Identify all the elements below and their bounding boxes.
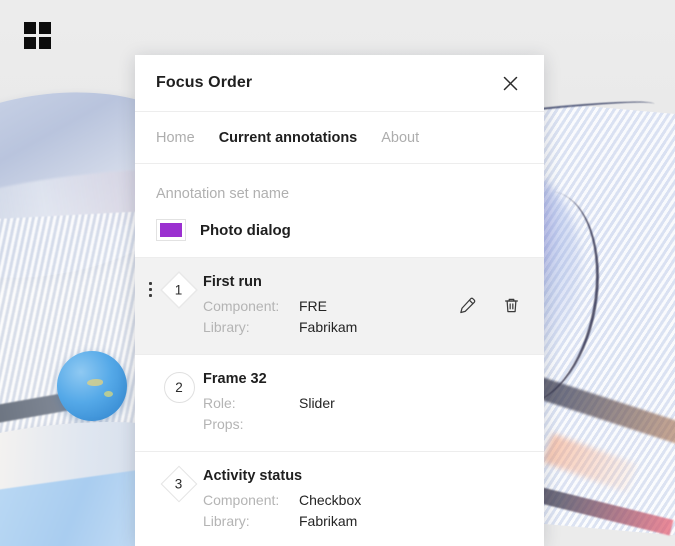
annotation-meta-key: Library:	[203, 513, 250, 529]
annotation-row[interactable]: 3 Activity status Component: Checkbox Librar…	[135, 452, 544, 546]
annotation-meta-row: Component: FRE	[203, 296, 456, 317]
windows-logo-square-1	[24, 22, 36, 34]
drag-dot	[149, 385, 152, 388]
delete-icon[interactable]	[500, 488, 522, 510]
windows-logo-square-2	[39, 22, 51, 34]
annotation-set-name-label: Annotation set name	[156, 186, 290, 202]
drag-dot	[149, 476, 152, 479]
annotation-meta-row: Component: Checkbox	[203, 490, 456, 511]
order-badge-number: 1	[175, 282, 183, 298]
order-badge-number: 3	[175, 476, 183, 492]
tab-about[interactable]: About	[381, 130, 419, 146]
drag-dot	[149, 391, 152, 394]
drag-handle-icon[interactable]	[143, 278, 157, 300]
delete-icon[interactable]	[500, 294, 522, 316]
annotation-meta-key: Props:	[203, 416, 244, 432]
annotation-meta-key: Library:	[203, 319, 250, 335]
annotation-meta-value: Checkbox	[299, 492, 362, 508]
drag-dot	[148, 293, 152, 297]
focus-order-panel: Focus Order Home Current annotations Abo…	[135, 55, 544, 546]
annotation-meta-key: Component:	[203, 492, 280, 508]
annotation-meta-key: Component:	[203, 298, 280, 314]
annotation-set-name-value: Photo dialog	[200, 221, 291, 239]
annotation-row[interactable]: 2 Frame 32 Role: Slider Props:	[135, 355, 544, 452]
annotation-meta-value: Fabrikam	[299, 319, 358, 335]
annotation-meta-value: FRE	[299, 298, 327, 314]
annotation-meta-row: Library: Fabrikam	[203, 317, 456, 338]
annotation-set-section: Annotation set name Photo dialog	[135, 164, 544, 257]
order-badge-wrap: 3	[157, 465, 201, 503]
wallpaper-blue-globe	[57, 351, 127, 421]
order-badge: 2	[163, 372, 195, 403]
color-swatch-fill	[160, 223, 182, 237]
drag-dot	[149, 379, 152, 382]
annotation-set-row[interactable]: Photo dialog	[156, 219, 523, 241]
drag-dot	[149, 488, 152, 491]
edit-icon[interactable]	[456, 488, 478, 510]
annotation-details: Frame 32 Role: Slider Props:	[201, 371, 456, 435]
windows-logo-square-3	[24, 37, 36, 49]
windows-logo-icon[interactable]	[24, 22, 51, 49]
delete-icon[interactable]	[500, 391, 522, 413]
annotation-meta-row: Library: Fabrikam	[203, 511, 456, 532]
annotation-list: 1 First run Component: FRE Library: Fabrikam 2…	[135, 257, 544, 546]
tab-current-annotations[interactable]: Current annotations	[219, 130, 358, 146]
close-icon[interactable]	[496, 69, 524, 97]
windows-logo-square-4	[39, 37, 51, 49]
order-badge: 1	[160, 271, 198, 309]
tab-home[interactable]: Home	[156, 130, 195, 146]
color-swatch[interactable]	[156, 219, 186, 241]
order-badge-wrap: 2	[157, 371, 201, 403]
annotation-meta-row: Props:	[203, 414, 456, 435]
annotation-row[interactable]: 1 First run Component: FRE Library: Fabrikam	[135, 258, 544, 355]
annotation-meta-key: Role:	[203, 395, 236, 411]
annotation-meta-value: Fabrikam	[299, 513, 358, 529]
drag-dot	[148, 281, 152, 285]
row-actions	[456, 274, 526, 316]
annotation-name: Activity status	[203, 468, 303, 484]
annotation-name: Frame 32	[203, 371, 267, 387]
annotation-name: First run	[203, 274, 262, 290]
order-badge-wrap: 1	[157, 271, 201, 309]
annotation-meta-value: Slider	[299, 395, 335, 411]
annotation-meta-row: Role: Slider	[203, 393, 456, 414]
edit-icon[interactable]	[456, 294, 478, 316]
annotation-details: First run Component: FRE Library: Fabrikam	[201, 274, 456, 338]
tab-bar: Home Current annotations About	[135, 112, 544, 164]
page-title: Focus Order	[156, 74, 253, 91]
order-badge-number: 2	[175, 380, 183, 395]
edit-icon[interactable]	[456, 391, 478, 413]
drag-dot	[148, 287, 152, 291]
order-badge: 3	[160, 465, 198, 503]
drag-dot	[149, 482, 152, 485]
annotation-details: Activity status Component: Checkbox Library…	[201, 468, 456, 532]
panel-header: Focus Order	[135, 55, 544, 112]
